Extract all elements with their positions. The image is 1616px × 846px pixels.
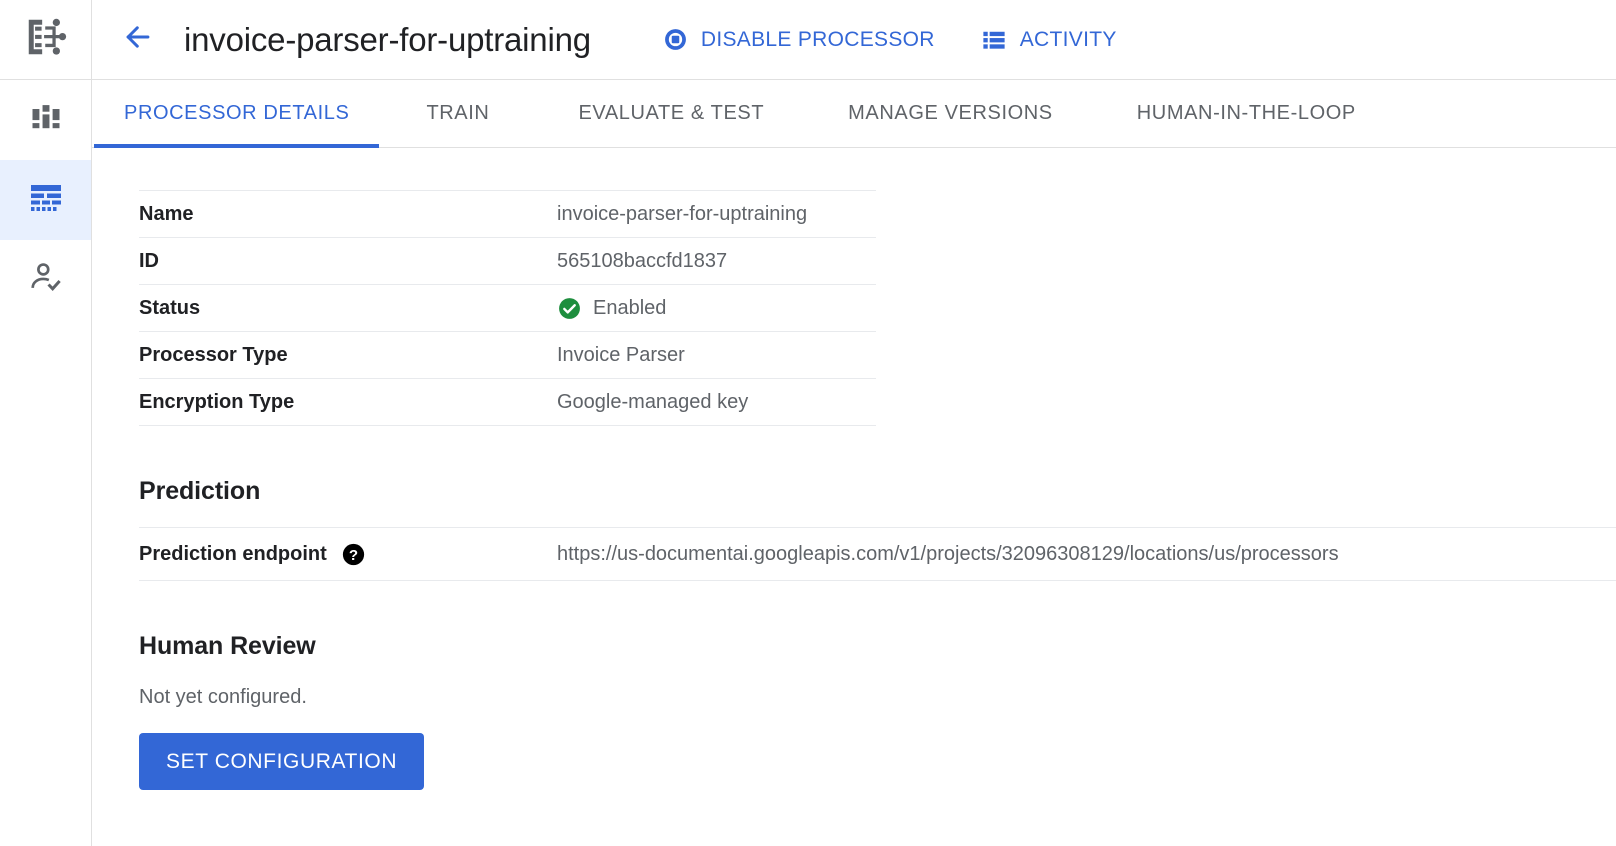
help-circle-icon[interactable]: ? (341, 542, 366, 567)
document-ai-logo-icon (23, 14, 69, 65)
table-row: Status Enabled (139, 285, 876, 332)
human-review-status-text: Not yet configured. (139, 686, 1616, 709)
dashboard-bars-icon (28, 100, 64, 141)
row-key: ID (139, 250, 557, 273)
tab-label: EVALUATE & TEST (578, 102, 764, 125)
set-configuration-button[interactable]: SET CONFIGURATION (139, 733, 424, 790)
processor-lines-icon (30, 184, 62, 217)
table-row: Name invoice-parser-for-uptraining (139, 191, 876, 238)
header-actions: DISABLE PROCESSOR ACTIVITY (663, 27, 1117, 53)
stop-circle-icon (663, 27, 688, 52)
check-circle-icon (557, 296, 582, 321)
tab-label: MANAGE VERSIONS (848, 102, 1053, 125)
tab-processor-details[interactable]: PROCESSOR DETAILS (94, 80, 379, 147)
sidebar-item-overview[interactable] (0, 80, 91, 160)
row-key: Processor Type (139, 344, 557, 367)
row-value: Google-managed key (557, 391, 748, 414)
document-ai-logo (0, 0, 91, 80)
processor-details-page: invoice-parser-for-uptraining DISABLE PR… (0, 0, 1616, 846)
person-check-icon (27, 259, 65, 302)
row-key-wrap: Prediction endpoint ? (139, 542, 557, 567)
row-value: Invoice Parser (557, 344, 685, 367)
activity-label: ACTIVITY (1020, 28, 1117, 52)
table-row: Prediction endpoint ? https://us-documen… (139, 528, 1616, 581)
activity-button[interactable]: ACTIVITY (981, 27, 1117, 53)
prediction-endpoint-value: https://us-documentai.googleapis.com/v1/… (557, 543, 1339, 566)
status-badge: Enabled (593, 297, 666, 320)
table-row: Encryption Type Google-managed key (139, 379, 876, 426)
tab-human-in-the-loop[interactable]: HUMAN-IN-THE-LOOP (1095, 80, 1398, 147)
sidebar-item-human-review[interactable] (0, 240, 91, 320)
page-title: invoice-parser-for-uptraining (184, 21, 591, 59)
left-rail (0, 0, 92, 846)
row-value: invoice-parser-for-uptraining (557, 203, 807, 226)
table-row: Processor Type Invoice Parser (139, 332, 876, 379)
row-key: Encryption Type (139, 391, 557, 414)
tab-content-processor-details: Name invoice-parser-for-uptraining ID 56… (92, 148, 1616, 845)
row-value: 565108baccfd1837 (557, 250, 727, 273)
svg-text:?: ? (349, 546, 358, 563)
table-row: ID 565108baccfd1837 (139, 238, 876, 285)
tab-label: PROCESSOR DETAILS (124, 102, 349, 125)
tab-label: HUMAN-IN-THE-LOOP (1137, 102, 1356, 125)
tab-manage-versions[interactable]: MANAGE VERSIONS (806, 80, 1095, 147)
tab-train[interactable]: TRAIN (379, 80, 536, 147)
row-key: Status (139, 297, 557, 320)
human-review-section-title: Human Review (139, 632, 1616, 661)
row-key: Name (139, 203, 557, 226)
page-header: invoice-parser-for-uptraining DISABLE PR… (92, 0, 1616, 80)
prediction-section-title: Prediction (139, 477, 1616, 506)
tab-bar: PROCESSOR DETAILS TRAIN EVALUATE & TEST … (92, 80, 1616, 148)
processor-details-table: Name invoice-parser-for-uptraining ID 56… (139, 190, 876, 426)
disable-processor-label: DISABLE PROCESSOR (701, 28, 935, 52)
row-value-wrap: Enabled (557, 296, 666, 321)
sidebar-item-processors[interactable] (0, 160, 91, 240)
tab-label: TRAIN (426, 102, 489, 125)
disable-processor-button[interactable]: DISABLE PROCESSOR (663, 27, 935, 52)
back-button[interactable] (114, 16, 162, 64)
prediction-table: Prediction endpoint ? https://us-documen… (139, 527, 1616, 581)
tab-evaluate-and-test[interactable]: EVALUATE & TEST (536, 80, 806, 147)
list-activity-icon (981, 27, 1007, 53)
main-area: invoice-parser-for-uptraining DISABLE PR… (92, 0, 1616, 846)
prediction-endpoint-label: Prediction endpoint (139, 543, 327, 566)
back-arrow-icon (121, 20, 155, 59)
